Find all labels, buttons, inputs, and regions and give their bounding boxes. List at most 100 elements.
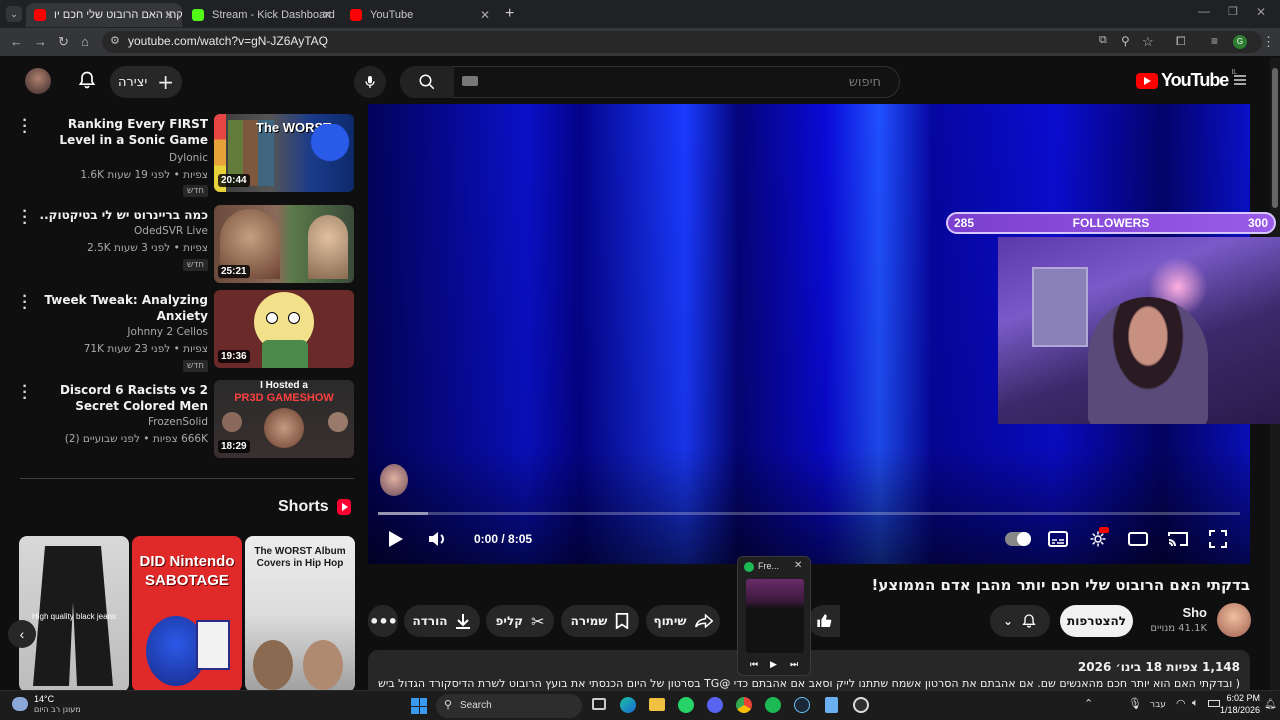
theater-mode-icon[interactable] bbox=[1128, 531, 1148, 552]
tray-chevron-up-icon[interactable]: ⌃ bbox=[1084, 697, 1093, 710]
site-info-icon[interactable]: ⚙ bbox=[110, 34, 120, 47]
video-title[interactable]: כמה בריינרוט יש לי בטיקטוק.. bbox=[38, 207, 208, 223]
browser-menu-icon[interactable]: ⋮ bbox=[1262, 34, 1275, 50]
close-window-icon[interactable]: ✕ bbox=[1256, 5, 1266, 19]
profile-avatar[interactable]: G bbox=[1233, 35, 1247, 49]
list-item[interactable]: · · · Tweek Tweak: Analyzing Anxiety Johnn… bbox=[0, 289, 360, 372]
tab-search-dropdown[interactable]: ⌄ bbox=[6, 6, 22, 22]
progress-bar[interactable] bbox=[378, 512, 1240, 515]
play-icon[interactable] bbox=[388, 530, 404, 553]
video-title[interactable]: Discord 6 Racists vs 2 Secret Colored Me… bbox=[38, 382, 208, 414]
subscribe-button[interactable]: להצטרפות bbox=[1060, 605, 1133, 637]
save-button[interactable]: שמירה bbox=[561, 605, 639, 637]
short-card[interactable]: The WORST Album Covers in Hip Hop bbox=[245, 536, 355, 692]
more-options-icon[interactable]: · · · bbox=[20, 204, 30, 232]
channel-name[interactable]: Sho bbox=[1150, 605, 1207, 620]
download-button[interactable]: הורדה bbox=[404, 605, 480, 637]
channel-name[interactable]: OdedSVR Live bbox=[134, 225, 208, 237]
clock-time[interactable]: 6:02 PM bbox=[1214, 693, 1260, 703]
guide-menu-icon[interactable] bbox=[1232, 72, 1248, 93]
extensions-icon[interactable]: ⧠ bbox=[1176, 34, 1186, 49]
tray-language[interactable]: עבר bbox=[1150, 700, 1166, 710]
autoplay-toggle[interactable] bbox=[1005, 532, 1031, 546]
short-card[interactable]: DID Nintendo SABOTAGE bbox=[132, 536, 242, 692]
like-button[interactable] bbox=[808, 605, 840, 637]
search-input[interactable] bbox=[455, 66, 895, 98]
video-thumbnail[interactable]: 25:21 bbox=[214, 205, 354, 283]
notifications-bell-icon[interactable] bbox=[77, 70, 97, 95]
tab-close-icon[interactable]: ✕ bbox=[322, 8, 332, 22]
home-icon[interactable]: ⌂ bbox=[81, 34, 89, 49]
tab-close-icon[interactable]: ✕ bbox=[480, 8, 490, 22]
new-tab-icon[interactable]: + bbox=[505, 5, 514, 23]
search-icon[interactable] bbox=[400, 66, 454, 98]
spotify-icon[interactable] bbox=[765, 697, 781, 713]
clip-button[interactable]: קליפ ✂ bbox=[486, 605, 554, 637]
weather-icon[interactable] bbox=[12, 697, 28, 711]
notification-center-icon[interactable]: 🔔︎ bbox=[1264, 699, 1277, 710]
back-icon[interactable]: ← bbox=[10, 34, 23, 49]
wifi-icon[interactable]: ◠ bbox=[1176, 697, 1186, 710]
whatsapp-icon[interactable] bbox=[678, 697, 694, 713]
shorts-prev-arrow-icon[interactable]: ‹ bbox=[8, 620, 36, 648]
voice-search-mic-icon[interactable] bbox=[354, 66, 386, 98]
channel-watermark[interactable] bbox=[380, 464, 408, 496]
bookmark-star-icon[interactable]: ☆ bbox=[1142, 34, 1154, 50]
more-options-icon[interactable]: · · · bbox=[20, 289, 30, 317]
chrome-icon[interactable] bbox=[736, 697, 752, 713]
video-thumbnail[interactable]: I Hosted a PR3D GAMESHOW 18:29 bbox=[214, 380, 354, 458]
more-actions-button[interactable]: ••• bbox=[368, 605, 398, 637]
file-explorer-icon[interactable] bbox=[649, 698, 665, 711]
list-item[interactable]: · · · Discord 6 Racists vs 2 Secret Colore… bbox=[0, 379, 360, 460]
volume-icon[interactable] bbox=[428, 531, 446, 552]
play-icon[interactable]: ▶ bbox=[770, 659, 777, 670]
minimize-icon[interactable]: — bbox=[1198, 4, 1210, 18]
short-card[interactable]: High quality black jeans bbox=[19, 536, 129, 692]
next-track-icon[interactable]: ⏭ bbox=[790, 659, 798, 670]
youtube-logo[interactable]: YouTube IL bbox=[1136, 69, 1237, 91]
restore-icon[interactable]: ❐ bbox=[1228, 5, 1238, 18]
create-button[interactable]: יצירה + bbox=[110, 66, 182, 98]
taskbar-search[interactable]: ⚲ Search bbox=[436, 694, 582, 718]
channel-avatar[interactable] bbox=[1217, 603, 1251, 637]
video-title[interactable]: Ranking Every FIRST Level in a Sonic Gam… bbox=[28, 116, 208, 148]
subtitles-icon[interactable] bbox=[1048, 531, 1068, 552]
list-item[interactable]: · · · Ranking Every FIRST Level in a Sonic… bbox=[0, 113, 360, 197]
spotify-taskbar-preview[interactable]: Fre... ✕ ⏮ ▶ ⏭ bbox=[737, 556, 811, 676]
preview-close-icon[interactable]: ✕ bbox=[794, 560, 802, 571]
settings-gear-icon[interactable] bbox=[1089, 527, 1109, 553]
share-button[interactable]: שיתוף bbox=[646, 605, 720, 637]
zoom-icon[interactable]: ⚲ bbox=[1121, 34, 1130, 48]
forward-icon[interactable]: → bbox=[34, 34, 47, 49]
tray-mic-icon[interactable]: 🎙︎ bbox=[1128, 697, 1142, 710]
video-thumbnail[interactable]: The WORST 20:44 bbox=[214, 114, 354, 192]
install-icon[interactable]: ⧉ bbox=[1099, 34, 1107, 47]
list-item[interactable]: · · · כמה בריינרוט יש לי בטיקטוק.. OdedSVR… bbox=[0, 204, 360, 285]
task-view-icon[interactable] bbox=[592, 698, 606, 710]
notepad-icon[interactable] bbox=[825, 697, 838, 713]
clock-date[interactable]: 1/18/2026 bbox=[1206, 705, 1260, 715]
edge-icon[interactable] bbox=[620, 697, 636, 713]
previous-track-icon[interactable]: ⏮ bbox=[750, 659, 758, 670]
obs-icon[interactable] bbox=[853, 697, 869, 713]
video-thumbnail[interactable]: 19:36 bbox=[214, 290, 354, 368]
channel-name[interactable]: Johnny 2 Cellos bbox=[127, 326, 208, 338]
tab-youtube[interactable]: YouTube ✕ bbox=[342, 3, 498, 27]
steam-icon[interactable] bbox=[794, 697, 810, 713]
notification-settings-button[interactable]: ⌄ bbox=[990, 605, 1050, 637]
fullscreen-icon[interactable] bbox=[1209, 530, 1227, 553]
channel-name[interactable]: FrozenSolid bbox=[148, 416, 208, 428]
video-title[interactable]: Tweek Tweak: Analyzing Anxiety bbox=[38, 292, 208, 324]
start-windows-icon[interactable] bbox=[411, 698, 427, 714]
discord-icon[interactable] bbox=[707, 697, 723, 713]
url-text[interactable]: youtube.com/watch?v=gN-JZ6AyTAQ bbox=[128, 34, 328, 48]
weather-temp[interactable]: 14°C bbox=[34, 694, 54, 704]
tab-close-icon[interactable]: ✕ bbox=[164, 8, 174, 22]
user-avatar[interactable] bbox=[25, 68, 51, 94]
speaker-icon[interactable]: 🔈︎ bbox=[1192, 697, 1199, 710]
cast-icon[interactable] bbox=[1168, 531, 1188, 552]
tab-video[interactable]: בדקתי האם הרובוט שלי חכם יו ✕ bbox=[26, 3, 182, 27]
reload-icon[interactable]: ↻ bbox=[58, 34, 69, 50]
tab-kick-dashboard[interactable]: Stream - Kick Dashboard ✕ bbox=[184, 3, 340, 27]
channel-name[interactable]: Dylonic bbox=[169, 152, 208, 164]
